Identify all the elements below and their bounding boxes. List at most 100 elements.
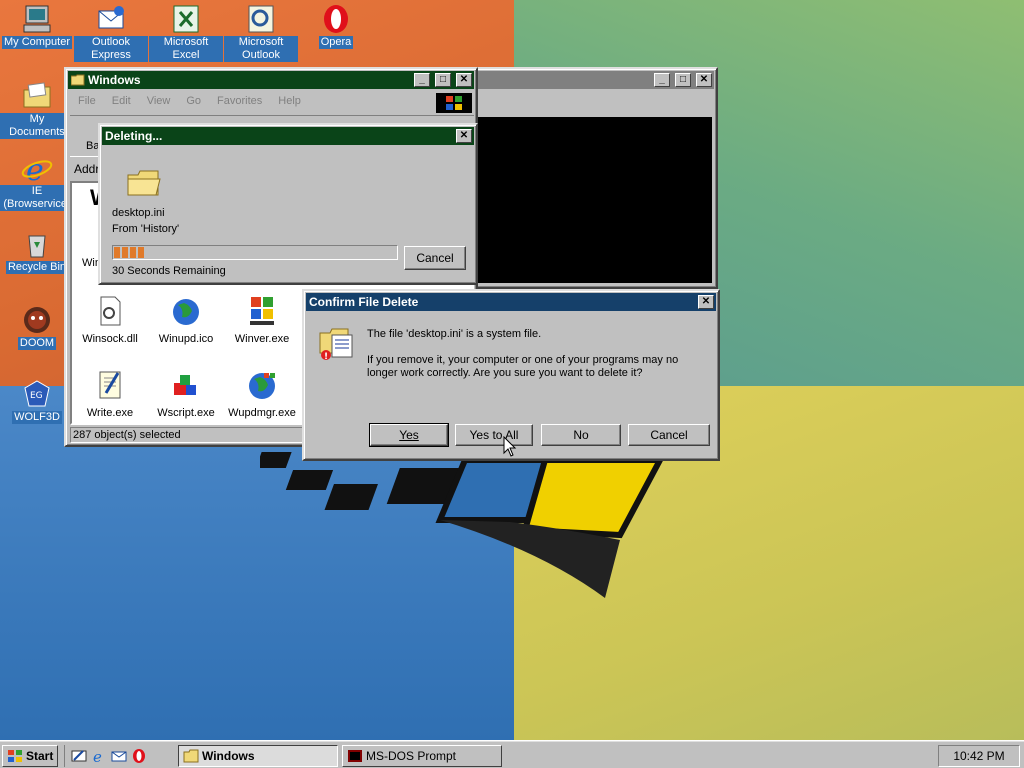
file-name: Winsock.dll [82,333,138,345]
menu-edit[interactable]: Edit [104,93,139,111]
windows-throbber [436,93,472,113]
write-icon [99,371,121,399]
windows-update-icon [249,373,275,399]
menu-help[interactable]: Help [270,93,309,111]
deleting-source: From 'History' [112,223,180,235]
desktop-icon-internet-explorer[interactable]: e IE (Browservice) [0,152,74,211]
taskbar: Start e Windows MS-DOS Prompt 10:42 PM [0,740,1024,768]
taskbar-item-label: MS-DOS Prompt [366,749,457,763]
quick-launch: e [64,745,170,767]
system-file-warning-icon: ! [319,328,353,361]
maximize-button[interactable]: □ [675,73,691,87]
status-text: 287 object(s) selected [73,429,181,441]
menu-go[interactable]: Go [178,93,209,111]
dos-title-bar[interactable]: _ □ ✕ [474,71,714,89]
windows-logo-icon [8,750,22,762]
start-label: Start [26,749,54,763]
dos-console[interactable] [476,117,712,283]
deleting-cancel-button[interactable]: Cancel [404,246,466,270]
ms-dos-prompt-window[interactable]: _ □ ✕ [470,67,718,289]
file-name: Write.exe [86,407,134,419]
svg-text:e: e [93,748,102,764]
folder-icon [127,170,161,196]
internet-explorer-icon[interactable]: e [91,748,107,764]
deleting-title-bar[interactable]: Deleting... ✕ [102,127,474,145]
file-name: Wscript.exe [157,407,215,419]
mouse-cursor-icon [503,436,517,457]
start-button[interactable]: Start [2,745,58,767]
minimize-button[interactable]: _ [414,73,430,87]
time-remaining: 30 Seconds Remaining [112,265,226,277]
dll-file-icon [100,296,121,326]
close-button[interactable]: ✕ [696,73,712,87]
deleting-dialog[interactable]: Deleting... ✕ desktop.ini From 'History'… [98,123,478,285]
opera-icon[interactable] [131,748,147,764]
taskbar-item-windows[interactable]: Windows [178,745,338,767]
desktop-icon-label: WOLF3D [12,411,62,424]
file-name: Winver.exe [234,333,290,345]
desktop-icon-label: Recycle Bin [5,261,69,274]
no-button[interactable]: No [541,424,621,446]
confirm-cancel-button[interactable]: Cancel [628,424,710,446]
deleting-file-name: desktop.ini [112,207,165,219]
file-item[interactable]: Wupdmgr.exe [226,369,298,419]
confirm-title-bar[interactable]: Confirm File Delete ✕ [306,293,716,311]
file-item[interactable]: Winupd.ico [150,295,222,345]
globe-icon [173,299,199,325]
close-button[interactable]: ✕ [456,129,472,143]
windows-flag-icon [446,96,462,110]
desktop-icon-label: Outlook Express [74,36,148,62]
windows-flag-icon [250,297,274,325]
file-name: Wupdmgr.exe [228,407,296,419]
show-desktop-icon[interactable] [71,748,87,764]
outlook-icon [248,5,274,33]
menu-view[interactable]: View [139,93,179,111]
svg-text:EG: EG [30,391,43,401]
desktop-icon-wolf3d[interactable]: EG WOLF3D [0,378,74,424]
delete-progress-bar [112,245,398,260]
svg-text:!: ! [324,352,328,361]
file-name: Winupd.ico [158,333,214,345]
desktop-icon-excel[interactable]: Microsoft Excel [149,3,223,62]
desktop-icon-outlook[interactable]: Microsoft Outlook [224,3,298,62]
wscript-icon [174,375,196,395]
desktop-icon-label: My Computer [1,36,73,49]
file-item[interactable]: Winver.exe [226,295,298,345]
yes-to-all-button[interactable]: Yes to All [455,424,533,446]
maximize-button[interactable]: □ [435,73,451,87]
outlook-express-icon[interactable] [111,748,127,764]
recycle-bin-icon [28,235,46,258]
system-clock[interactable]: 10:42 PM [938,745,1020,767]
svg-text:e: e [26,153,44,184]
desktop-icon-doom[interactable]: DOOM [0,304,74,350]
desktop-icon-label: My Documents [0,113,74,139]
desktop-icon-my-computer[interactable]: My Computer [0,3,74,49]
file-item[interactable]: Write.exe [74,369,146,419]
desktop-icon-outlook-express[interactable]: Outlook Express [74,3,148,62]
explorer-title-bar[interactable]: Windows _ □ ✕ [68,71,474,89]
folder-icon [71,74,85,86]
desktop-icon-my-documents[interactable]: My Documents [0,80,74,139]
address-label: Addr [74,162,100,176]
confirm-message-line1: The file 'desktop.ini' is a system file. [367,328,542,340]
desktop-icon-recycle-bin[interactable]: Recycle Bin [0,228,74,274]
desktop-icon-label: IE (Browservice) [0,185,74,211]
minimize-button[interactable]: _ [654,73,670,87]
menu-favorites[interactable]: Favorites [209,93,270,111]
close-button[interactable]: ✕ [456,73,472,87]
clock-time: 10:42 PM [953,749,1005,763]
outlook-express-icon [98,6,124,29]
file-item[interactable]: Wscript.exe [150,369,222,419]
close-button[interactable]: ✕ [698,295,714,309]
taskbar-item-ms-dos-prompt[interactable]: MS-DOS Prompt [342,745,502,767]
deleting-title: Deleting... [105,129,163,143]
file-item[interactable]: Winsock.dll [74,295,146,345]
delete-progress-fill [114,247,146,258]
ms-dos-icon [348,750,362,762]
folder-icon [183,749,199,763]
menu-file[interactable]: File [70,93,104,111]
yes-button[interactable]: Yes [369,423,449,447]
desktop-icon-label: DOOM [17,337,57,350]
my-computer-icon [23,5,51,33]
desktop-icon-opera[interactable]: Opera [299,3,373,49]
